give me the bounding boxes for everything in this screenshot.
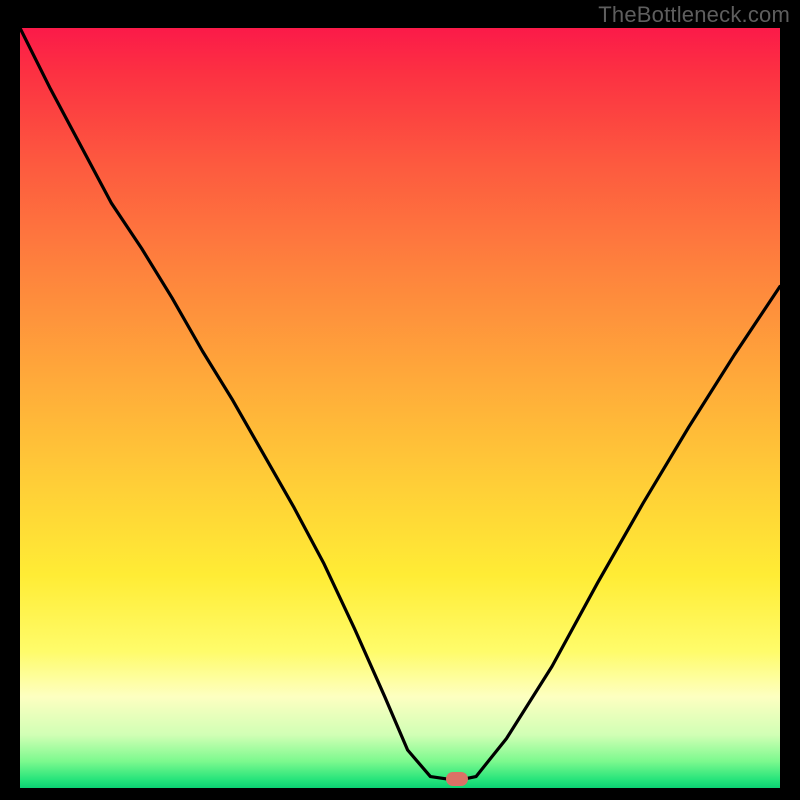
watermark-text: TheBottleneck.com: [598, 2, 790, 28]
optimal-marker: [446, 772, 468, 786]
curve-svg: [20, 28, 780, 788]
bottleneck-curve-path: [20, 28, 780, 780]
plot-frame: [20, 28, 780, 788]
plot-area: [20, 28, 780, 788]
